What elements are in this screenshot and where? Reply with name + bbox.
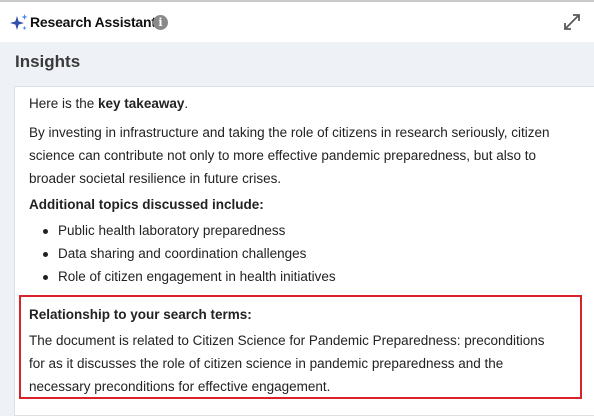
topic-item: Public health laboratory preparedness	[58, 223, 286, 238]
bullet-icon	[43, 252, 48, 257]
bullet-icon	[43, 229, 48, 234]
additional-topics-heading: Additional topics discussed include:	[29, 197, 264, 212]
summary-line-2: science can contribute not only to more …	[29, 148, 537, 163]
assistant-header: Research Assistant i	[0, 0, 594, 42]
insights-heading: Insights	[15, 52, 81, 71]
summary-line-1: By investing in infrastructure and takin…	[29, 125, 550, 140]
sparkle-icon	[10, 14, 28, 30]
relationship-heading: Relationship to your search terms:	[29, 307, 252, 322]
relationship-line-1: The document is related to Citizen Scien…	[29, 333, 545, 348]
info-icon[interactable]: i	[153, 15, 168, 30]
takeaway-bold: key takeaway	[98, 96, 185, 111]
bullet-icon	[43, 275, 48, 280]
relationship-line-2: for as it discusses the role of citizen …	[29, 356, 504, 371]
takeaway-suffix: .	[184, 96, 189, 111]
panel-title: Research Assistant	[30, 14, 156, 30]
expand-icon[interactable]	[562, 12, 582, 32]
takeaway-prefix: Here is the	[29, 96, 99, 111]
takeaway-line: Here is the key takeaway.	[29, 95, 188, 113]
topic-item: Role of citizen engagement in health ini…	[58, 269, 336, 284]
topic-item: Data sharing and coordination challenges	[58, 246, 307, 261]
relationship-line-3: necessary preconditions for effective en…	[29, 379, 331, 394]
summary-line-3: broader societal resilience in future cr…	[29, 171, 282, 186]
